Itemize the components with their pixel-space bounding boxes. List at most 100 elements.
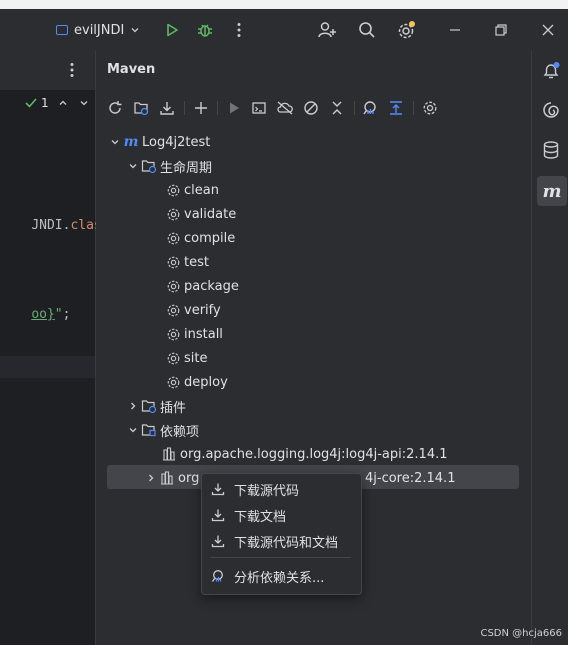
minimize-icon[interactable] bbox=[444, 19, 466, 41]
goal-label: package bbox=[184, 278, 239, 294]
lifecycle-goal-package[interactable]: package bbox=[165, 274, 239, 298]
lifecycle-goal-test[interactable]: test bbox=[165, 250, 209, 274]
analyze-dependencies-icon[interactable] bbox=[360, 98, 380, 118]
skip-tests-icon[interactable] bbox=[301, 98, 321, 118]
gear-icon bbox=[165, 302, 181, 318]
chevron-right-icon[interactable] bbox=[143, 473, 159, 483]
reload-icon[interactable] bbox=[105, 98, 125, 118]
gear-icon bbox=[165, 278, 181, 294]
maven-settings-icon[interactable] bbox=[420, 98, 440, 118]
settings-icon[interactable] bbox=[395, 19, 417, 41]
run-config-selector[interactable]: evilJNDI bbox=[56, 20, 140, 40]
current-line-highlight bbox=[0, 356, 95, 378]
project-label: Log4j2test bbox=[142, 134, 211, 150]
add-user-icon[interactable] bbox=[316, 19, 338, 41]
chevron-down-icon bbox=[131, 28, 139, 33]
run-icon[interactable] bbox=[161, 19, 183, 41]
check-icon bbox=[25, 98, 37, 108]
chevron-up-icon[interactable] bbox=[58, 98, 68, 108]
lifecycle-goal-deploy[interactable]: deploy bbox=[165, 370, 228, 394]
lifecycle-goal-compile[interactable]: compile bbox=[165, 226, 235, 250]
menu-item-download-docs[interactable]: 下载文档 bbox=[210, 503, 352, 527]
menu-item-download-sources[interactable]: 下载源代码 bbox=[210, 477, 352, 501]
editor-header bbox=[0, 50, 95, 90]
download-icon[interactable] bbox=[157, 98, 177, 118]
restore-icon[interactable] bbox=[490, 19, 512, 41]
add-maven-project-icon[interactable] bbox=[131, 98, 151, 118]
watermark: CSDN @hcja666 bbox=[480, 628, 562, 639]
gear-icon bbox=[165, 350, 181, 366]
lifecycle-goal-install[interactable]: install bbox=[165, 322, 223, 346]
goal-label: test bbox=[184, 254, 209, 270]
goal-label: install bbox=[184, 326, 223, 342]
run-config-label: evilJNDI bbox=[74, 22, 125, 38]
tree-node-dependency[interactable]: org.apache.logging.log4j:log4j-api:2.14.… bbox=[161, 442, 448, 466]
execute-goal-icon[interactable] bbox=[249, 98, 269, 118]
tree-node-dependency-selected[interactable]: org bbox=[143, 466, 199, 490]
gear-icon bbox=[165, 326, 181, 342]
chevron-right-icon[interactable] bbox=[125, 401, 141, 411]
close-icon[interactable] bbox=[537, 19, 559, 41]
lifecycle-goal-clean[interactable]: clean bbox=[165, 178, 219, 202]
maven-tool-icon[interactable]: m bbox=[537, 176, 567, 206]
lifecycle-goal-verify[interactable]: verify bbox=[165, 298, 221, 322]
lifecycle-goal-validate[interactable]: validate bbox=[165, 202, 236, 226]
ai-assistant-icon[interactable] bbox=[538, 97, 564, 123]
tree-node-project[interactable]: m Log4j2test bbox=[107, 130, 210, 154]
right-tool-strip: m bbox=[531, 50, 568, 645]
debug-icon[interactable] bbox=[194, 19, 216, 41]
code-editor[interactable]: 1 JNDI.class); oo}"; bbox=[0, 50, 125, 645]
lifecycle-label: 生命周期 bbox=[160, 160, 213, 176]
menu-item-label: 下载源代码 bbox=[234, 483, 300, 499]
tree-node-lifecycle[interactable]: 生命周期 bbox=[125, 154, 212, 178]
menu-item-download-sources-and-docs[interactable]: 下载源代码和文档 bbox=[210, 529, 352, 553]
dependencies-label: 依赖项 bbox=[160, 424, 200, 440]
chevron-down-icon[interactable] bbox=[107, 137, 123, 147]
inspection-widget[interactable]: 1 bbox=[24, 96, 89, 110]
window-top-strip bbox=[0, 0, 568, 9]
goal-label: compile bbox=[184, 230, 236, 246]
notifications-icon[interactable] bbox=[538, 58, 564, 84]
gear-icon bbox=[165, 206, 181, 222]
dependency-label-prefix: org bbox=[178, 470, 200, 486]
goal-label: clean bbox=[184, 182, 219, 198]
library-icon bbox=[159, 470, 175, 486]
gear-icon bbox=[165, 182, 181, 198]
tree-node-plugins[interactable]: 插件 bbox=[125, 394, 186, 418]
title-bar: evilJNDI bbox=[0, 9, 568, 50]
maven-title: Maven bbox=[107, 62, 156, 77]
collapse-all-icon[interactable] bbox=[327, 98, 347, 118]
context-menu: 下载源代码 下载文档 下载源代码和文档 分析依赖关系... bbox=[201, 473, 362, 595]
dependencies-folder-icon bbox=[141, 422, 157, 438]
menu-item-label: 下载源代码和文档 bbox=[234, 535, 339, 551]
toolbar-separator bbox=[354, 101, 355, 115]
toolbar-separator bbox=[184, 101, 185, 115]
download-icon bbox=[210, 508, 226, 522]
library-icon bbox=[161, 446, 177, 462]
chevron-down-icon[interactable] bbox=[79, 98, 89, 108]
offline-mode-icon[interactable] bbox=[275, 98, 295, 118]
menu-item-analyze-dependencies[interactable]: 分析依赖关系... bbox=[210, 564, 352, 588]
download-icon bbox=[210, 534, 226, 548]
menu-separator bbox=[210, 557, 351, 558]
plus-icon[interactable] bbox=[191, 98, 211, 118]
chevron-down-icon[interactable] bbox=[125, 425, 141, 435]
goal-label: validate bbox=[184, 206, 237, 222]
more-actions-icon[interactable] bbox=[228, 19, 250, 41]
lifecycle-folder-icon bbox=[141, 158, 157, 174]
search-icon[interactable] bbox=[356, 19, 378, 41]
database-icon[interactable] bbox=[538, 137, 564, 163]
run-goal-icon[interactable] bbox=[224, 98, 244, 118]
chevron-down-icon[interactable] bbox=[125, 161, 141, 171]
plugins-folder-icon bbox=[141, 398, 157, 414]
dependency-label-suffix: 4j-core:2.14.1 bbox=[365, 466, 455, 490]
editor-options-icon[interactable] bbox=[70, 62, 74, 82]
menu-item-label: 下载文档 bbox=[234, 509, 287, 525]
menu-item-label: 分析依赖关系... bbox=[234, 570, 325, 586]
lifecycle-goal-site[interactable]: site bbox=[165, 346, 207, 370]
dependency-label-suffix-text: 4j-core:2.14.1 bbox=[365, 470, 456, 486]
toolbar-separator bbox=[217, 101, 218, 115]
tree-node-dependencies[interactable]: 依赖项 bbox=[125, 418, 199, 442]
show-basic-phases-icon[interactable] bbox=[386, 98, 406, 118]
toolbar-separator bbox=[413, 101, 414, 115]
